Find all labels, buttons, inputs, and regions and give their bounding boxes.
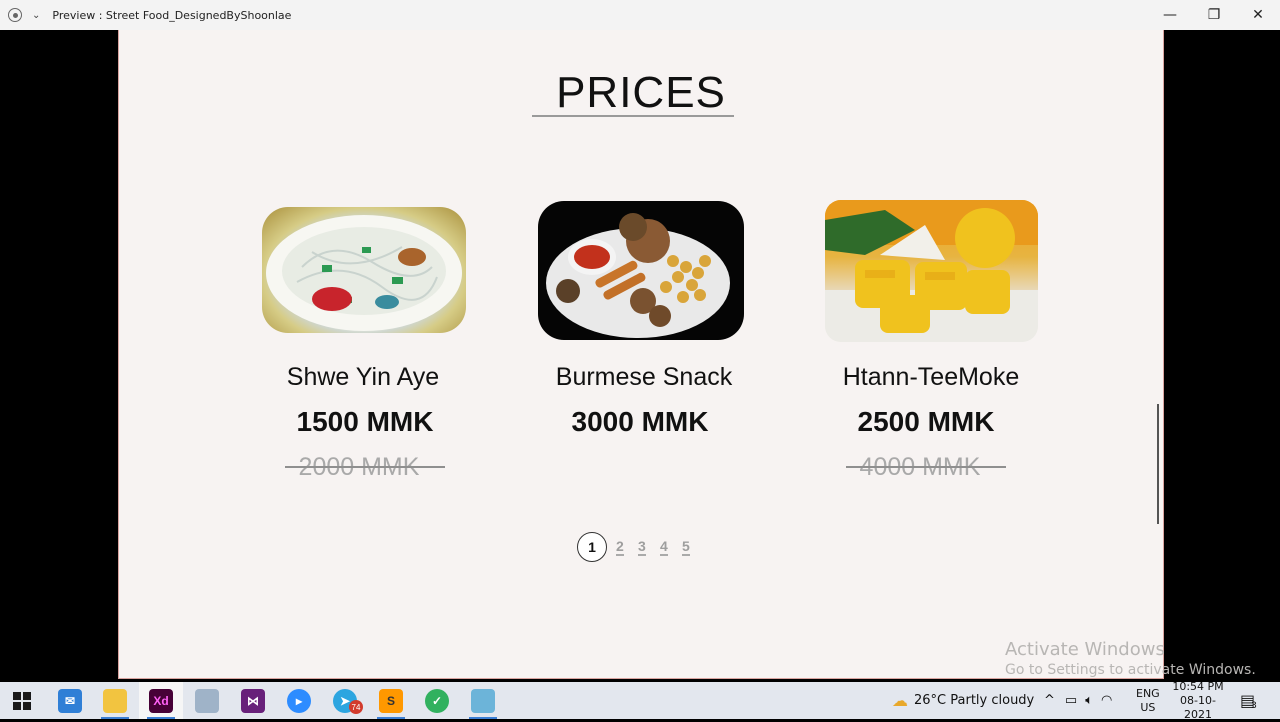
tool-app-button[interactable]: [185, 682, 229, 719]
restore-button[interactable]: ❐: [1192, 0, 1236, 30]
close-button[interactable]: ✕: [1236, 0, 1280, 30]
strikethrough-line: [846, 466, 1006, 468]
zoom-camera-icon: ▸: [287, 688, 311, 713]
vpn-icon: ✓: [425, 688, 449, 713]
preview-stage: PRICES Shwe Yin Aye Burmese Snack Htann-…: [0, 30, 1280, 682]
language-indicator[interactable]: ENG US: [1136, 682, 1160, 719]
battery-icon[interactable]: ▭: [1065, 693, 1077, 708]
sublime-text-button[interactable]: S: [369, 682, 413, 719]
time-text: 10:54 PM: [1172, 679, 1224, 693]
date-text: 08-10-2021: [1180, 693, 1216, 721]
mail-app-button[interactable]: ✉: [48, 682, 92, 719]
title-underline: [532, 115, 734, 117]
volume-icon[interactable]: 🔈︎: [1085, 693, 1093, 708]
mail-icon: ✉: [58, 688, 82, 713]
page-5-link[interactable]: 5: [682, 538, 690, 556]
shwe-yin-aye-image: [262, 207, 466, 333]
notes-icon: [471, 688, 495, 713]
partly-cloudy-icon: ☁: [892, 691, 908, 710]
tool-icon: [195, 688, 219, 713]
clock[interactable]: 10:54 PM 08-10-2021: [1168, 679, 1228, 721]
file-explorer-button[interactable]: [93, 682, 137, 719]
notification-center-button[interactable]: ▤ 3: [1240, 682, 1257, 719]
minimize-button[interactable]: —: [1148, 0, 1192, 30]
page-3-link[interactable]: 3: [638, 538, 646, 556]
page-title: PRICES: [556, 68, 726, 117]
windows-start-button[interactable]: [0, 682, 44, 719]
item-name: Burmese Snack: [555, 363, 733, 391]
notes-app-button[interactable]: [461, 682, 505, 719]
item-price: 3000 MMK: [571, 406, 709, 437]
adobe-xd-icon: Xd: [149, 688, 173, 713]
taskbar: ✉ Xd ⋈ ▸ ➤ 74 S ✓ ☁ 26°C Partly cloudy ^…: [0, 679, 1280, 721]
page-1-button[interactable]: 1: [577, 532, 607, 562]
strikethrough-line: [285, 466, 445, 468]
item-price: 2500 MMK: [857, 406, 995, 437]
scrollbar[interactable]: [1157, 404, 1159, 524]
pagination: 1 2 3 4 5: [577, 532, 697, 564]
window-titlebar: ⌄ Preview : Street Food_DesignedByShoonl…: [0, 0, 1280, 30]
chevron-down-icon[interactable]: ⌄: [32, 10, 40, 21]
zoom-button[interactable]: ▸: [277, 682, 321, 719]
item-price: 1500 MMK: [296, 406, 434, 437]
sublime-text-icon: S: [379, 688, 403, 713]
record-icon[interactable]: [8, 8, 22, 22]
visual-studio-button[interactable]: ⋈: [231, 682, 275, 719]
page-4-link[interactable]: 4: [660, 538, 668, 556]
weather-widget[interactable]: ☁ 26°C Partly cloudy: [892, 682, 1034, 719]
weather-text: 26°C Partly cloudy: [914, 693, 1035, 708]
region-code: US: [1140, 700, 1156, 714]
adobe-xd-button[interactable]: Xd: [139, 682, 183, 719]
htann-teemoke-image: [825, 200, 1038, 342]
artboard[interactable]: PRICES Shwe Yin Aye Burmese Snack Htann-…: [118, 30, 1164, 679]
activate-windows-subtitle: Go to Settings to activate Windows.: [1005, 662, 1256, 678]
folder-icon: [103, 688, 127, 713]
window-title: Preview : Street Food_DesignedByShoonlae: [52, 8, 292, 22]
item-name: Shwe Yin Aye: [286, 363, 440, 391]
windows-logo-icon: [13, 691, 31, 710]
language-code: ENG: [1136, 686, 1160, 700]
vpn-app-button[interactable]: ✓: [415, 682, 459, 719]
chevron-up-icon[interactable]: ^: [1044, 693, 1055, 708]
tray-icons: ^ ▭ 🔈︎ ◠: [1044, 682, 1112, 719]
item-name: Htann-TeeMoke: [842, 363, 1020, 391]
telegram-unread-badge: 74: [349, 700, 363, 714]
telegram-button[interactable]: ➤ 74: [323, 682, 367, 719]
activate-windows-title: Activate Windows: [1005, 639, 1165, 660]
wifi-icon[interactable]: ◠: [1101, 693, 1112, 708]
page-2-link[interactable]: 2: [616, 538, 624, 556]
notification-count: 3: [1251, 700, 1257, 711]
visual-studio-icon: ⋈: [241, 688, 265, 713]
burmese-snack-image: [538, 201, 744, 340]
